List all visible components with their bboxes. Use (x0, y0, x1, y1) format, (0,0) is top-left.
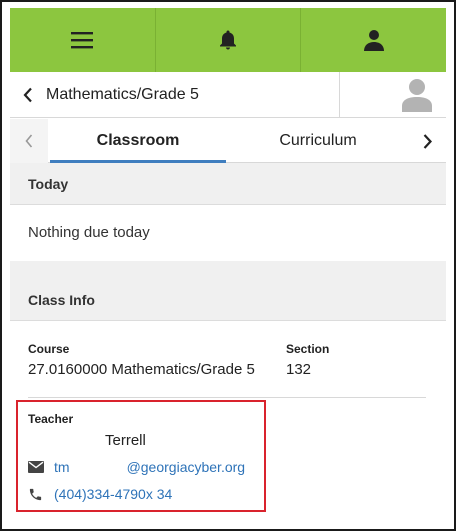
course-header: Mathematics/Grade 5 (10, 71, 446, 118)
teacher-email-domain[interactable]: @georgiacyber.org (127, 459, 246, 475)
course-avatar (339, 71, 446, 118)
envelope-icon (28, 461, 44, 473)
app-frame: Mathematics/Grade 5 Classroom Curriculum… (0, 0, 456, 531)
bell-icon (220, 30, 236, 50)
today-heading: Today (10, 163, 446, 205)
teacher-phone-row: (404)334-4790x 34 (28, 486, 172, 502)
hamburger-menu-icon (71, 32, 94, 49)
teacher-phone[interactable]: (404)334-4790x 34 (54, 486, 172, 502)
person-silhouette-icon (402, 78, 432, 112)
teacher-name: Terrell (105, 432, 146, 449)
class-info-heading: Class Info (10, 279, 446, 321)
today-message: Nothing due today (28, 224, 150, 241)
tab-classroom[interactable]: Classroom (48, 119, 228, 163)
menu-button[interactable] (10, 8, 156, 72)
notifications-button[interactable] (156, 8, 302, 72)
section-label: Section (286, 342, 330, 356)
chevron-right-icon (423, 133, 432, 149)
chevron-left-icon (23, 87, 32, 102)
tab-scroll-left[interactable] (10, 119, 48, 163)
teacher-label: Teacher (28, 412, 74, 426)
tab-curriculum[interactable]: Curriculum (228, 119, 408, 163)
tab-scroll-right[interactable] (408, 119, 446, 163)
divider (28, 397, 426, 398)
person-icon (363, 30, 384, 51)
course-title: Mathematics/Grade 5 (46, 85, 199, 103)
top-nav-bar (10, 8, 446, 72)
teacher-email-row: tm @georgiacyber.org (28, 459, 245, 475)
course-label: Course (28, 342, 70, 356)
chevron-left-icon (25, 134, 33, 148)
teacher-email-user[interactable]: tm (54, 459, 70, 475)
phone-icon (29, 488, 42, 500)
tab-bar: Classroom Curriculum (10, 119, 446, 163)
section-spacer (10, 261, 446, 279)
course-value: 27.0160000 Mathematics/Grade 5 (28, 361, 255, 378)
back-button[interactable] (10, 72, 46, 118)
section-value: 132 (286, 361, 312, 378)
profile-button[interactable] (301, 8, 446, 72)
